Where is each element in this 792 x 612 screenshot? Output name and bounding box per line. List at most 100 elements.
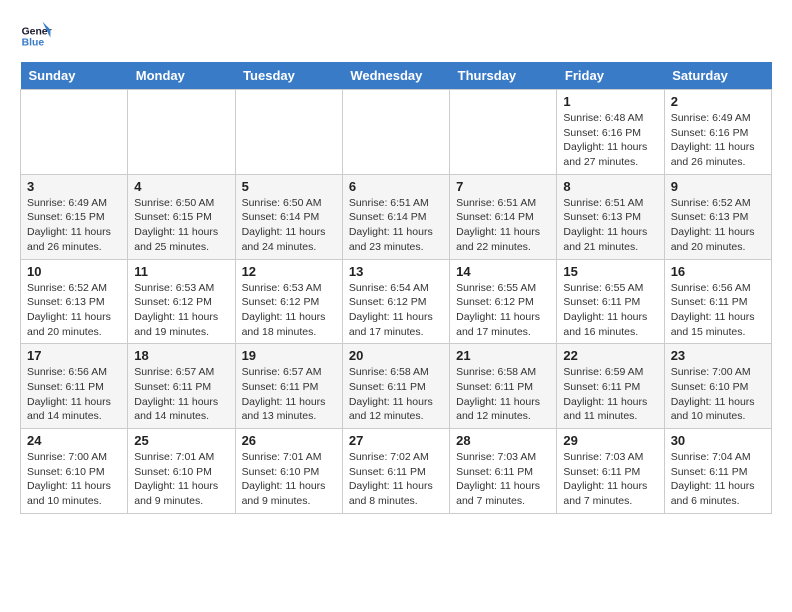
calendar-cell: 23 Sunrise: 7:00 AM Sunset: 6:10 PM Dayli… bbox=[664, 344, 771, 429]
day-info: Sunrise: 6:51 AM Sunset: 6:13 PM Dayligh… bbox=[563, 196, 657, 255]
day-number: 18 bbox=[134, 348, 228, 363]
header-friday: Friday bbox=[557, 62, 664, 90]
day-number: 16 bbox=[671, 264, 765, 279]
calendar-cell bbox=[342, 90, 449, 175]
day-info: Sunrise: 6:50 AM Sunset: 6:15 PM Dayligh… bbox=[134, 196, 228, 255]
calendar-cell: 11 Sunrise: 6:53 AM Sunset: 6:12 PM Dayli… bbox=[128, 259, 235, 344]
day-info: Sunrise: 7:00 AM Sunset: 6:10 PM Dayligh… bbox=[671, 365, 765, 424]
day-number: 27 bbox=[349, 433, 443, 448]
day-info: Sunrise: 7:01 AM Sunset: 6:10 PM Dayligh… bbox=[134, 450, 228, 509]
day-number: 6 bbox=[349, 179, 443, 194]
day-info: Sunrise: 6:58 AM Sunset: 6:11 PM Dayligh… bbox=[349, 365, 443, 424]
calendar-cell: 29 Sunrise: 7:03 AM Sunset: 6:11 PM Dayli… bbox=[557, 429, 664, 514]
calendar-week-row: 3 Sunrise: 6:49 AM Sunset: 6:15 PM Daylig… bbox=[21, 174, 772, 259]
calendar-header-row: SundayMondayTuesdayWednesdayThursdayFrid… bbox=[21, 62, 772, 90]
calendar-cell: 26Sunrise: 7:01 AM Sunset: 6:10 PM Dayli… bbox=[235, 429, 342, 514]
day-info: Sunrise: 6:52 AM Sunset: 6:13 PM Dayligh… bbox=[671, 196, 765, 255]
day-info: Sunrise: 6:51 AM Sunset: 6:14 PM Dayligh… bbox=[349, 196, 443, 255]
calendar-cell: 15 Sunrise: 6:55 AM Sunset: 6:11 PM Dayli… bbox=[557, 259, 664, 344]
calendar-cell: 30 Sunrise: 7:04 AM Sunset: 6:11 PM Dayli… bbox=[664, 429, 771, 514]
header-wednesday: Wednesday bbox=[342, 62, 449, 90]
day-info: Sunrise: 6:56 AM Sunset: 6:11 PM Dayligh… bbox=[671, 281, 765, 340]
day-info: Sunrise: 6:54 AM Sunset: 6:12 PM Dayligh… bbox=[349, 281, 443, 340]
day-number: 21 bbox=[456, 348, 550, 363]
logo-icon: General Blue bbox=[20, 20, 52, 52]
header-monday: Monday bbox=[128, 62, 235, 90]
day-number: 26 bbox=[242, 433, 336, 448]
day-info: Sunrise: 7:04 AM Sunset: 6:11 PM Dayligh… bbox=[671, 450, 765, 509]
day-info: Sunrise: 6:57 AM Sunset: 6:11 PM Dayligh… bbox=[134, 365, 228, 424]
day-number: 8 bbox=[563, 179, 657, 194]
day-info: Sunrise: 6:55 AM Sunset: 6:11 PM Dayligh… bbox=[563, 281, 657, 340]
day-info: Sunrise: 7:03 AM Sunset: 6:11 PM Dayligh… bbox=[456, 450, 550, 509]
day-info: Sunrise: 7:03 AM Sunset: 6:11 PM Dayligh… bbox=[563, 450, 657, 509]
calendar-week-row: 10 Sunrise: 6:52 AM Sunset: 6:13 PM Dayli… bbox=[21, 259, 772, 344]
header-tuesday: Tuesday bbox=[235, 62, 342, 90]
day-number: 9 bbox=[671, 179, 765, 194]
calendar-cell bbox=[450, 90, 557, 175]
day-number: 29 bbox=[563, 433, 657, 448]
logo: General Blue bbox=[20, 20, 52, 52]
day-number: 3 bbox=[27, 179, 121, 194]
day-number: 23 bbox=[671, 348, 765, 363]
day-number: 7 bbox=[456, 179, 550, 194]
calendar-cell: 21 Sunrise: 6:58 AM Sunset: 6:11 PM Dayli… bbox=[450, 344, 557, 429]
calendar-cell: 4 Sunrise: 6:50 AM Sunset: 6:15 PM Daylig… bbox=[128, 174, 235, 259]
calendar-cell: 22 Sunrise: 6:59 AM Sunset: 6:11 PM Dayli… bbox=[557, 344, 664, 429]
day-number: 20 bbox=[349, 348, 443, 363]
calendar-cell: 5Sunrise: 6:50 AM Sunset: 6:14 PM Daylig… bbox=[235, 174, 342, 259]
day-info: Sunrise: 6:52 AM Sunset: 6:13 PM Dayligh… bbox=[27, 281, 121, 340]
day-info: Sunrise: 6:59 AM Sunset: 6:11 PM Dayligh… bbox=[563, 365, 657, 424]
calendar-cell: 25Sunrise: 7:01 AM Sunset: 6:10 PM Dayli… bbox=[128, 429, 235, 514]
day-info: Sunrise: 6:48 AM Sunset: 6:16 PM Dayligh… bbox=[563, 111, 657, 170]
day-info: Sunrise: 6:56 AM Sunset: 6:11 PM Dayligh… bbox=[27, 365, 121, 424]
day-number: 15 bbox=[563, 264, 657, 279]
calendar-cell bbox=[235, 90, 342, 175]
day-info: Sunrise: 6:58 AM Sunset: 6:11 PM Dayligh… bbox=[456, 365, 550, 424]
svg-text:Blue: Blue bbox=[22, 38, 45, 49]
calendar-table: SundayMondayTuesdayWednesdayThursdayFrid… bbox=[20, 62, 772, 514]
calendar-cell: 8 Sunrise: 6:51 AM Sunset: 6:13 PM Daylig… bbox=[557, 174, 664, 259]
day-info: Sunrise: 6:53 AM Sunset: 6:12 PM Dayligh… bbox=[134, 281, 228, 340]
calendar-cell: 20 Sunrise: 6:58 AM Sunset: 6:11 PM Dayli… bbox=[342, 344, 449, 429]
calendar-cell: 14 Sunrise: 6:55 AM Sunset: 6:12 PM Dayli… bbox=[450, 259, 557, 344]
day-info: Sunrise: 6:49 AM Sunset: 6:15 PM Dayligh… bbox=[27, 196, 121, 255]
day-number: 10 bbox=[27, 264, 121, 279]
header-saturday: Saturday bbox=[664, 62, 771, 90]
day-number: 22 bbox=[563, 348, 657, 363]
calendar-cell bbox=[128, 90, 235, 175]
calendar-cell: 17 Sunrise: 6:56 AM Sunset: 6:11 PM Dayli… bbox=[21, 344, 128, 429]
calendar-cell: 10 Sunrise: 6:52 AM Sunset: 6:13 PM Dayli… bbox=[21, 259, 128, 344]
calendar-cell: 24Sunrise: 7:00 AM Sunset: 6:10 PM Dayli… bbox=[21, 429, 128, 514]
day-info: Sunrise: 6:57 AM Sunset: 6:11 PM Dayligh… bbox=[242, 365, 336, 424]
day-number: 4 bbox=[134, 179, 228, 194]
day-number: 14 bbox=[456, 264, 550, 279]
day-number: 11 bbox=[134, 264, 228, 279]
day-info: Sunrise: 6:55 AM Sunset: 6:12 PM Dayligh… bbox=[456, 281, 550, 340]
header-thursday: Thursday bbox=[450, 62, 557, 90]
day-number: 24 bbox=[27, 433, 121, 448]
calendar-cell: 16 Sunrise: 6:56 AM Sunset: 6:11 PM Dayli… bbox=[664, 259, 771, 344]
calendar-week-row: 1 Sunrise: 6:48 AM Sunset: 6:16 PM Daylig… bbox=[21, 90, 772, 175]
day-number: 30 bbox=[671, 433, 765, 448]
calendar-cell: 1 Sunrise: 6:48 AM Sunset: 6:16 PM Daylig… bbox=[557, 90, 664, 175]
day-info: Sunrise: 6:53 AM Sunset: 6:12 PM Dayligh… bbox=[242, 281, 336, 340]
calendar-cell bbox=[21, 90, 128, 175]
day-number: 1 bbox=[563, 94, 657, 109]
calendar-cell: 6 Sunrise: 6:51 AM Sunset: 6:14 PM Daylig… bbox=[342, 174, 449, 259]
day-number: 28 bbox=[456, 433, 550, 448]
day-number: 17 bbox=[27, 348, 121, 363]
calendar-cell: 7Sunrise: 6:51 AM Sunset: 6:14 PM Daylig… bbox=[450, 174, 557, 259]
page-header: General Blue bbox=[20, 20, 772, 52]
day-number: 2 bbox=[671, 94, 765, 109]
calendar-cell: 18 Sunrise: 6:57 AM Sunset: 6:11 PM Dayli… bbox=[128, 344, 235, 429]
header-sunday: Sunday bbox=[21, 62, 128, 90]
day-info: Sunrise: 7:02 AM Sunset: 6:11 PM Dayligh… bbox=[349, 450, 443, 509]
calendar-cell: 28 Sunrise: 7:03 AM Sunset: 6:11 PM Dayli… bbox=[450, 429, 557, 514]
day-info: Sunrise: 6:50 AM Sunset: 6:14 PM Dayligh… bbox=[242, 196, 336, 255]
day-number: 12 bbox=[242, 264, 336, 279]
day-info: Sunrise: 6:49 AM Sunset: 6:16 PM Dayligh… bbox=[671, 111, 765, 170]
calendar-cell: 12 Sunrise: 6:53 AM Sunset: 6:12 PM Dayli… bbox=[235, 259, 342, 344]
calendar-cell: 3 Sunrise: 6:49 AM Sunset: 6:15 PM Daylig… bbox=[21, 174, 128, 259]
day-number: 13 bbox=[349, 264, 443, 279]
